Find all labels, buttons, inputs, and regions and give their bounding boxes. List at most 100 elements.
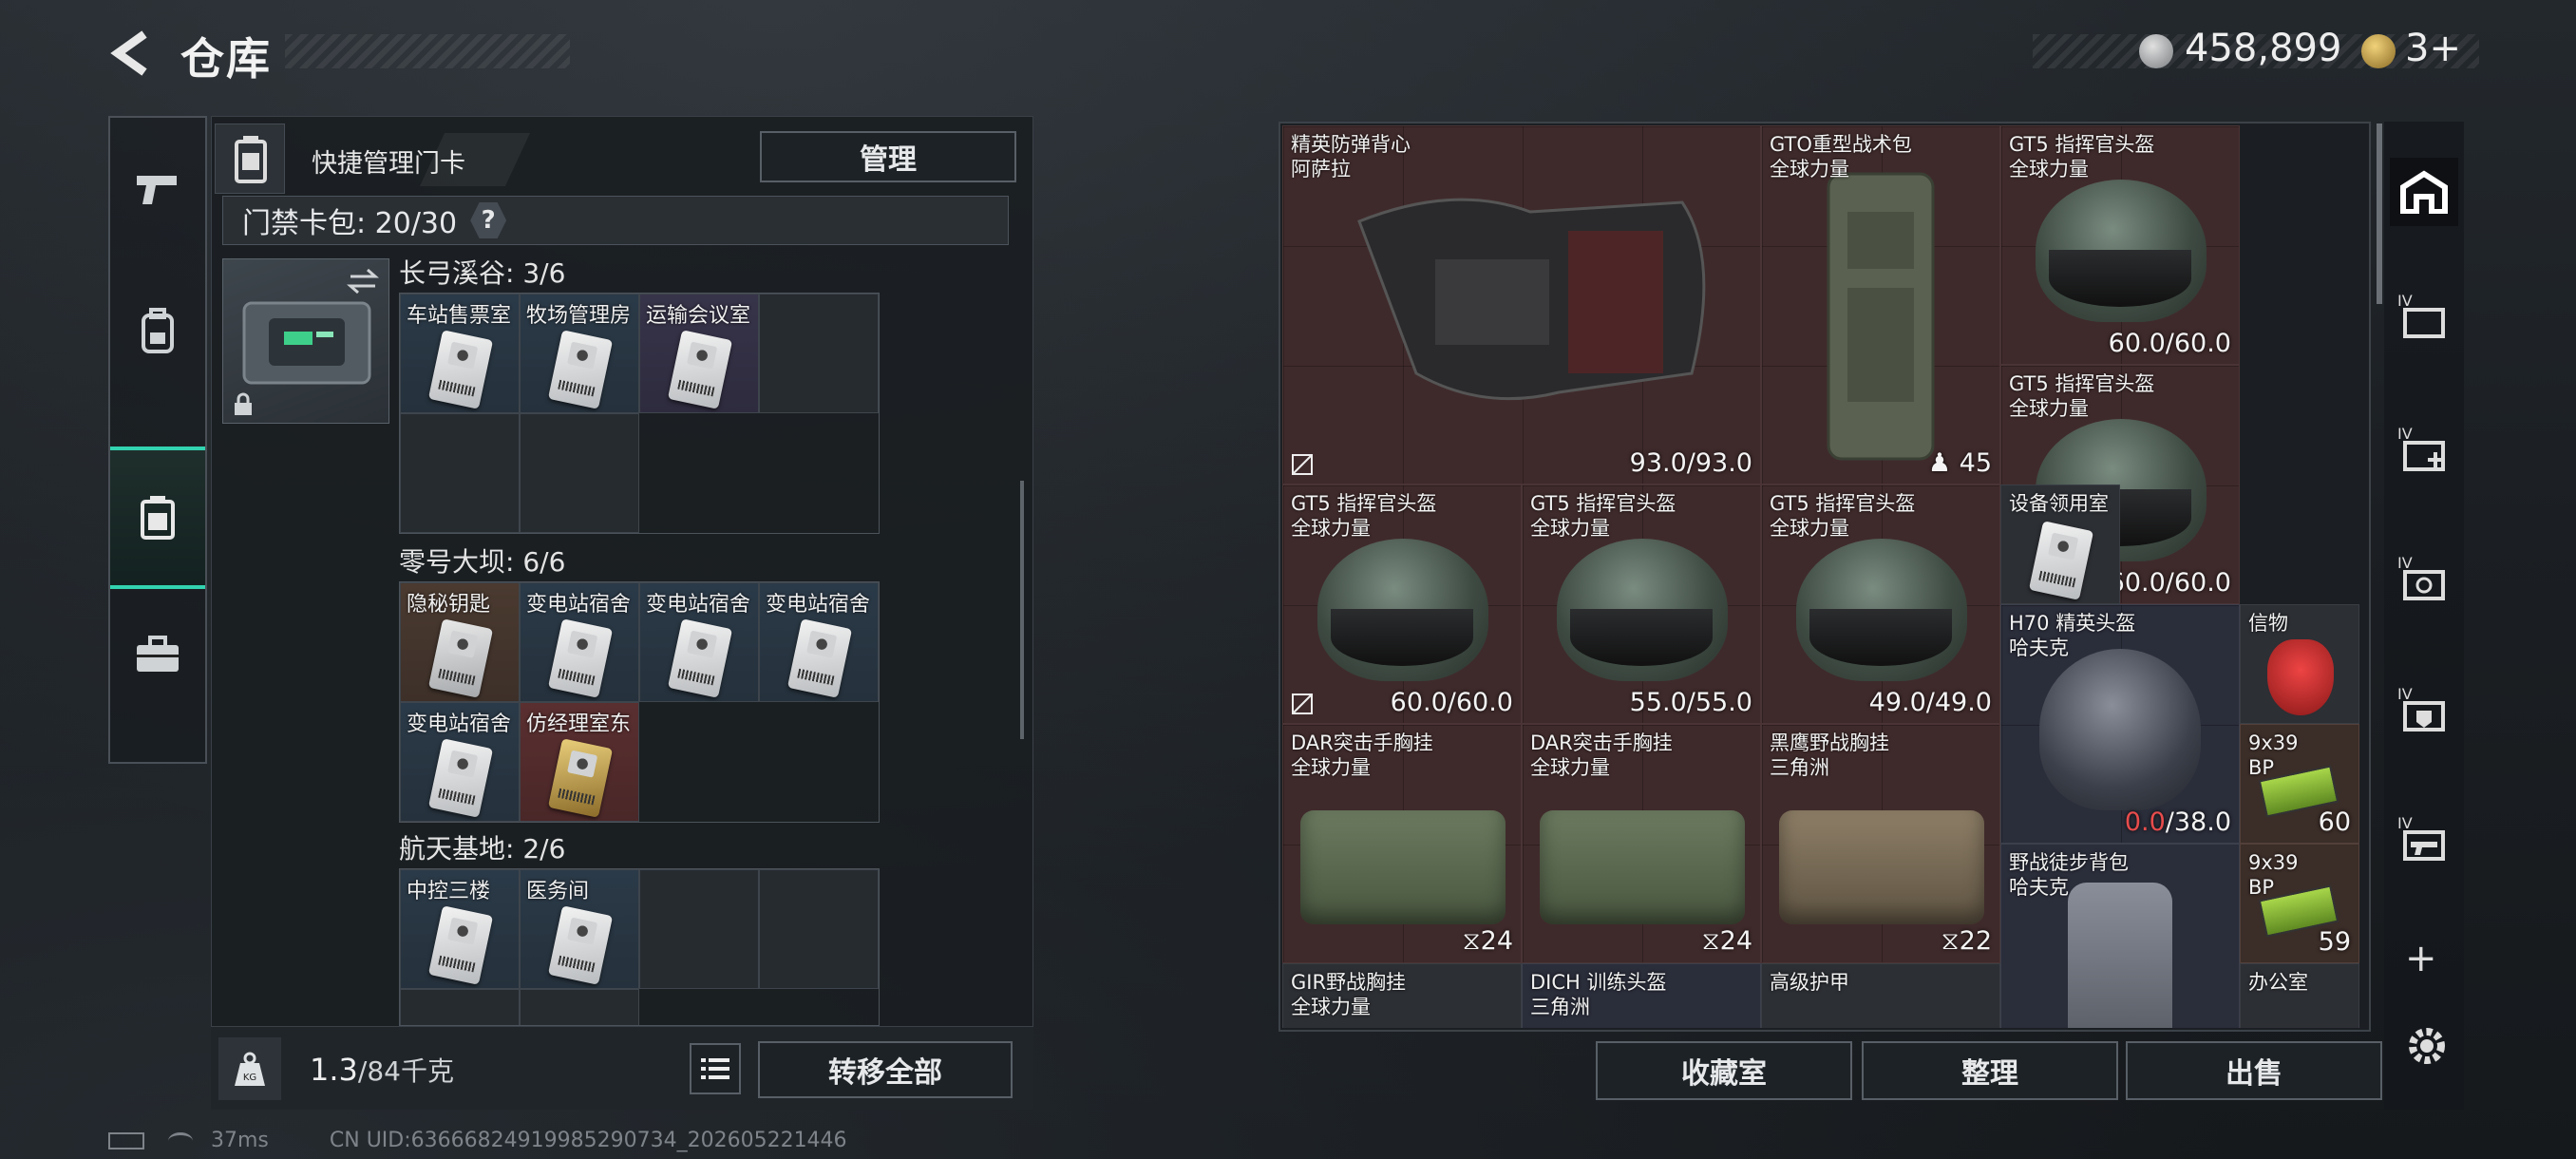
- chest-rig-image: [1300, 810, 1506, 924]
- backpack-image: [2068, 883, 2172, 1028]
- rail-tab-toolbox[interactable]: [110, 583, 205, 726]
- empty-slot[interactable]: [400, 413, 520, 533]
- empty-slot[interactable]: [400, 989, 520, 1025]
- visor-image: [1331, 609, 1473, 666]
- keycard-grid-space-base: 中控三楼 医务间: [399, 868, 880, 1026]
- uid-text: CN UID:6366682491998529073​4_20260522144…: [329, 1129, 847, 1152]
- inventory-item-chest-rig[interactable]: DAR突击手胸挂 全球力量 ⧖24: [1282, 724, 1522, 963]
- ammo-count: 59: [2318, 927, 2351, 957]
- manage-button[interactable]: 管理: [760, 131, 1016, 182]
- medical-box-icon: IV: [2397, 425, 2445, 471]
- card-bag-label: 门禁卡包: 20/30: [242, 207, 458, 240]
- add-storage-icon[interactable]: +: [2405, 937, 2437, 980]
- inventory-item-keycard[interactable]: 设备领用室: [2000, 484, 2120, 604]
- card-bag-capacity: 门禁卡包: 20/30 ?: [222, 196, 1009, 245]
- inventory-item-ammo[interactable]: 9x39 BP 59: [2240, 844, 2359, 963]
- rail-tab-gear[interactable]: [110, 260, 205, 403]
- storage-tab-expansion-5[interactable]: IV: [2390, 804, 2458, 872]
- inventory-item-helmet-h70[interactable]: H70 精英头盔 哈夫克 0.0/38.0: [2000, 604, 2240, 844]
- keycard-icon: [427, 618, 494, 698]
- swap-icon[interactable]: [347, 267, 379, 295]
- item-name: GTO重型战术包: [1770, 133, 1912, 156]
- item-name: GIR野战胸挂: [1291, 971, 1407, 994]
- sort-button[interactable]: 整理: [1862, 1041, 2118, 1100]
- collection-room-button[interactable]: 收藏室: [1596, 1041, 1852, 1100]
- back-arrow-icon[interactable]: [106, 28, 156, 78]
- transfer-all-button[interactable]: 转移全部: [758, 1041, 1013, 1098]
- storage-tab-expansion-2[interactable]: IV: [2390, 414, 2458, 483]
- inventory-item-armor[interactable]: 高级护甲: [1761, 963, 2000, 1028]
- item-name: H70 精英头盔: [2009, 612, 2136, 635]
- inventory-item-backpack[interactable]: GTO重型战术包 全球力量 ♟ 45: [1761, 125, 2000, 484]
- visor-image: [1570, 609, 1713, 666]
- item-faction: 哈夫克: [2009, 876, 2069, 899]
- item-name: DAR突击手胸挂: [1530, 732, 1673, 754]
- camera-box-icon: IV: [2397, 554, 2445, 600]
- sell-button[interactable]: 出售: [2126, 1041, 2382, 1100]
- keycard-slot[interactable]: 仿经理室东: [520, 702, 639, 822]
- item-name: 9x39: [2248, 851, 2299, 874]
- rail-tab-keycards[interactable]: [110, 446, 205, 589]
- gun-box-icon: IV: [2397, 814, 2445, 861]
- empty-slot[interactable]: [520, 413, 639, 533]
- storage-tab-main[interactable]: [2390, 158, 2458, 226]
- keycard-icon: [547, 618, 614, 698]
- capacity: ⧖24: [1462, 926, 1513, 956]
- inventory-grid: 精英防弹背心 阿萨拉 93.0/93.0 GTO重型战术包 全球力量 ♟ 45 GT…: [1282, 125, 2367, 1028]
- inventory-item-chest-rig[interactable]: GIR野战胸挂 全球力量: [1282, 963, 1522, 1028]
- keycard-slot[interactable]: 中控三楼: [400, 869, 520, 989]
- inventory-item-token[interactable]: 信物: [2240, 604, 2359, 724]
- keycard-slot[interactable]: 车站售票室: [400, 294, 520, 413]
- keycard-slot[interactable]: 运输会议室: [639, 294, 759, 413]
- inventory-item-chest-rig[interactable]: DAR突击手胸挂 全球力量 ⧖24: [1522, 724, 1761, 963]
- keycard-scrollbar[interactable]: [1020, 481, 1024, 739]
- inventory-item-chest-rig[interactable]: 黑鹰野战胸挂 三角洲 ⧖22: [1761, 724, 2000, 963]
- svg-text:KG: KG: [243, 1073, 256, 1083]
- inventory-item-helmet[interactable]: DICH 训练头盔 三角洲: [1522, 963, 1761, 1028]
- keycard-icon: [427, 738, 494, 818]
- item-name: 9x39: [2248, 732, 2299, 754]
- keycard-slot[interactable]: 变电站宿舍: [639, 582, 759, 702]
- section-title-zero-dam: 零号大坝: 6/6: [399, 546, 566, 578]
- keycard-slot[interactable]: 隐秘钥匙: [400, 582, 520, 702]
- empty-slot[interactable]: [759, 869, 879, 989]
- keycard-icon: [667, 330, 733, 409]
- help-icon[interactable]: ?: [470, 202, 507, 238]
- item-faction: 哈夫克: [2009, 636, 2069, 659]
- keycard-slot[interactable]: 变电站宿舍: [400, 702, 520, 822]
- keycard-slot[interactable]: 牧场管理房: [520, 294, 639, 413]
- gear-icon[interactable]: [2403, 1022, 2451, 1074]
- keycard-slot[interactable]: 变电站宿舍: [759, 582, 879, 702]
- item-name: DICH 训练头盔: [1530, 971, 1667, 994]
- inventory-item-helmet[interactable]: GT5 指挥官头盔 全球力量 60.0/60.0: [2000, 125, 2240, 365]
- section-title-longbow-valley: 长弓溪谷: 3/6: [399, 257, 566, 289]
- coin-icon: [2139, 34, 2173, 68]
- inventory-item-keycard[interactable]: 办公室: [2240, 963, 2359, 1028]
- item-name: GT5 指挥官头盔: [1291, 492, 1437, 515]
- keycard-case-icon: [215, 124, 285, 194]
- storage-tab-expansion-1[interactable]: IV: [2390, 281, 2458, 350]
- storage-tab-expansion-3[interactable]: IV: [2390, 543, 2458, 612]
- inventory-scrollbar[interactable]: [2377, 124, 2382, 304]
- inventory-item-helmet[interactable]: GT5 指挥官头盔 全球力量 55.0/55.0: [1522, 484, 1761, 724]
- keycard-slot[interactable]: 变电站宿舍: [520, 582, 639, 702]
- keycard-slot[interactable]: 医务间: [520, 869, 639, 989]
- svg-text:IV: IV: [2397, 814, 2413, 832]
- inventory-item-backpack[interactable]: 野战徒步背包 哈夫克: [2000, 844, 2240, 1028]
- empty-slot[interactable]: [759, 294, 879, 413]
- inventory-item-helmet[interactable]: GT5 指挥官头盔 全球力量 49.0/49.0: [1761, 484, 2000, 724]
- empty-slot[interactable]: [639, 869, 759, 989]
- durability: 0.0/38.0: [2124, 808, 2231, 837]
- ping-text: 37ms: [211, 1129, 269, 1152]
- item-faction: 全球力量: [1530, 517, 1610, 540]
- keycard-case-slot[interactable]: [222, 258, 389, 424]
- inventory-item-helmet[interactable]: GT5 指挥官头盔 全球力量 60.0/60.0: [1282, 484, 1522, 724]
- list-view-button[interactable]: [690, 1043, 741, 1094]
- no-insure-icon: [1292, 694, 1313, 714]
- storage-tab-expansion-4[interactable]: IV: [2390, 674, 2458, 743]
- rail-tab-weapons[interactable]: [110, 118, 205, 260]
- inventory-item-ammo[interactable]: 9x39 BP 60: [2240, 724, 2359, 844]
- empty-slot[interactable]: [520, 989, 639, 1025]
- inventory-item-vest[interactable]: 精英防弹背心 阿萨拉 93.0/93.0: [1282, 125, 1761, 484]
- token-count[interactable]: 3+: [2405, 27, 2461, 70]
